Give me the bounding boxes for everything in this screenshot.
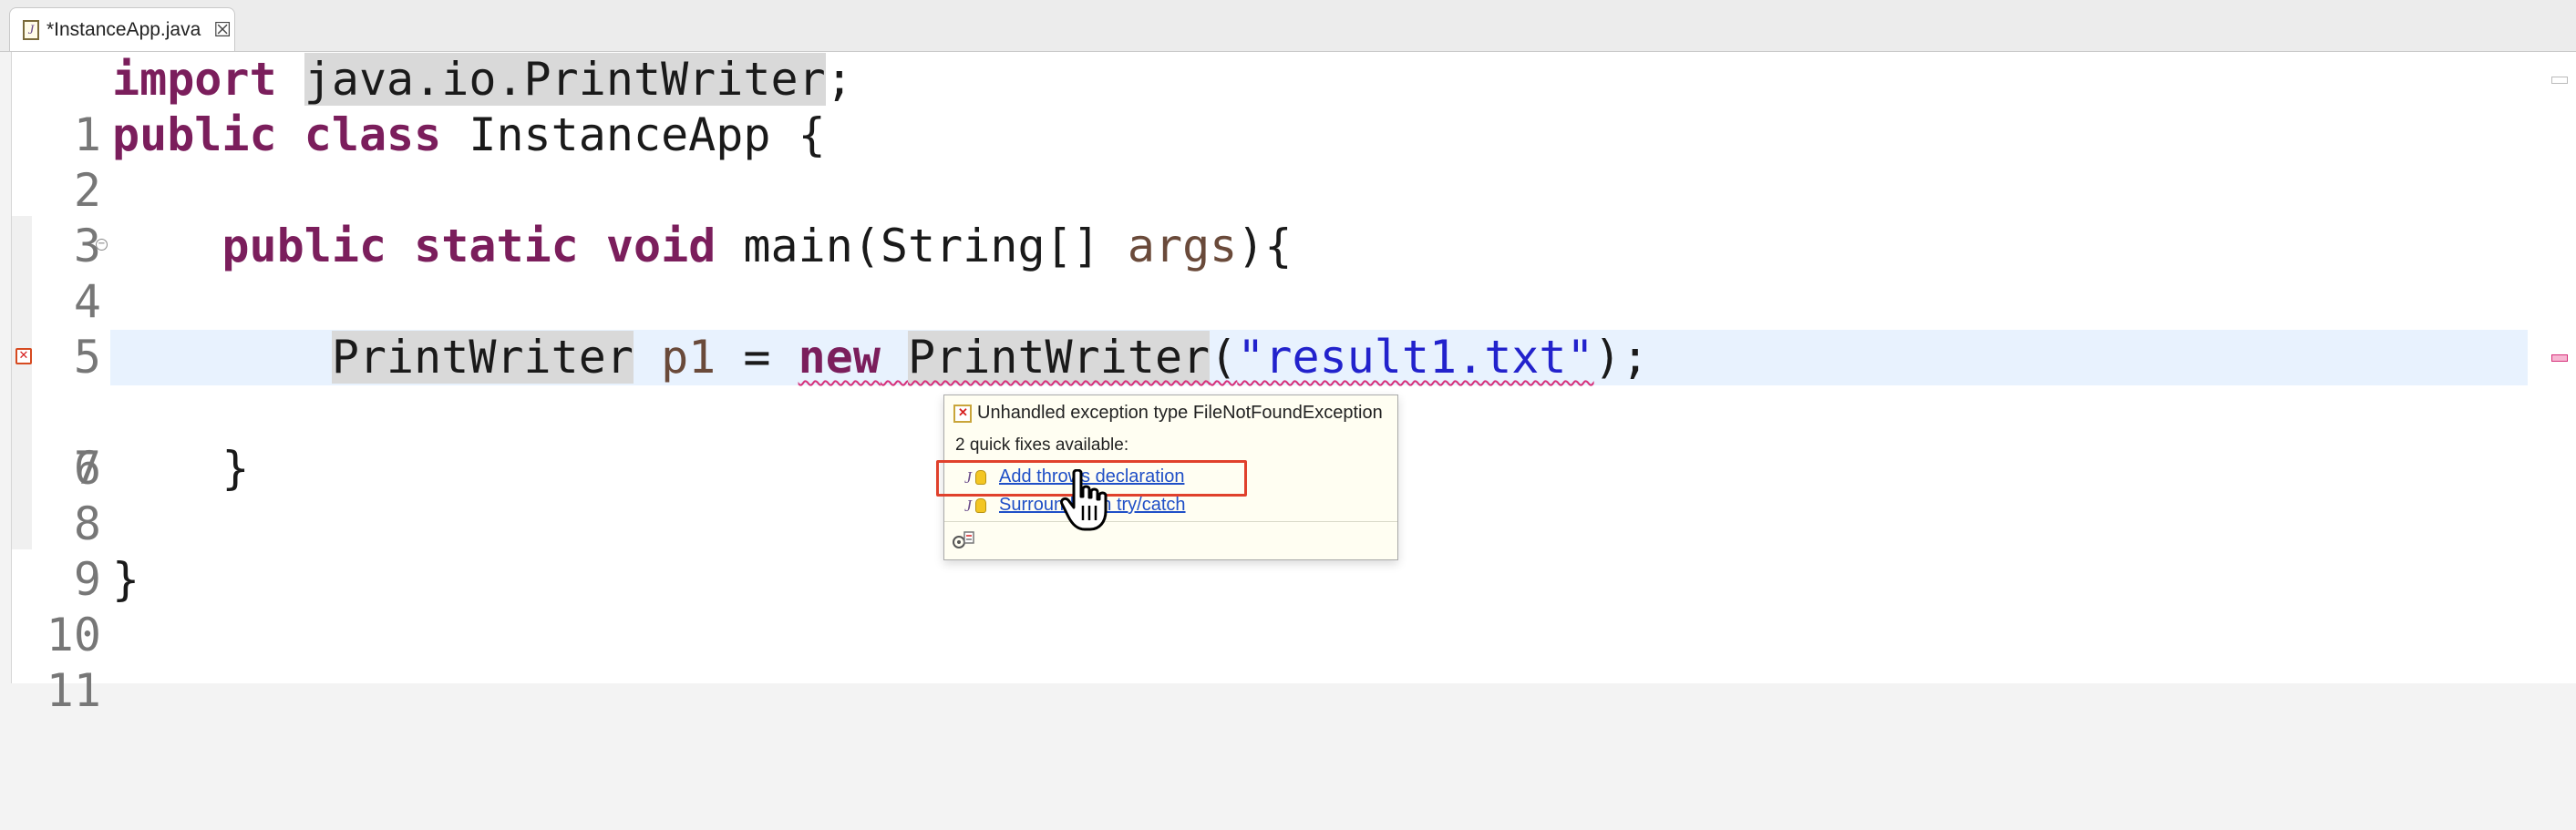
code-token: "result1.txt" xyxy=(1237,331,1594,384)
code-line-3: 3 xyxy=(12,163,2555,272)
quick-fix-icon: J xyxy=(964,497,988,515)
code-text: } xyxy=(112,552,139,608)
code-token: void xyxy=(605,220,716,272)
popup-subtitle: 2 quick fixes available: xyxy=(955,435,1129,455)
code-editor[interactable]: 1 import java.io.PrintWriter; 2 public c… xyxy=(11,52,2576,717)
hand-cursor-icon xyxy=(1060,469,1108,531)
code-line-4: 4 − public static void main(String[] arg… xyxy=(12,219,2555,328)
code-line-1: 1 import java.io.PrintWriter; xyxy=(12,52,2555,161)
code-text: } xyxy=(112,441,250,497)
error-marker-icon[interactable]: ✕ xyxy=(15,348,32,364)
popup-divider xyxy=(944,521,1397,522)
code-token: public xyxy=(222,220,387,272)
popup-title: Unhandled exception type FileNotFoundExc… xyxy=(977,403,1383,423)
code-text: import java.io.PrintWriter; xyxy=(112,52,853,108)
code-line-10: 10 } xyxy=(12,552,2555,661)
code-text: public static void main(String[] args){ xyxy=(112,219,1293,274)
overview-ruler-error-marker[interactable] xyxy=(2551,354,2568,362)
overview-ruler-marker[interactable] xyxy=(2551,77,2568,84)
code-text: PrintWriter p1 = new PrintWriter("result… xyxy=(112,330,1649,385)
code-token: ; xyxy=(825,53,853,106)
code-text: public class InstanceApp { xyxy=(112,108,826,163)
code-token: ); xyxy=(1593,331,1649,384)
code-token: p1 xyxy=(661,331,716,384)
code-line-11: 11 xyxy=(12,608,2555,717)
close-tab-icon[interactable]: ☒ xyxy=(213,19,232,40)
fold-collapse-icon[interactable]: − xyxy=(96,239,108,251)
code-token: import xyxy=(112,53,277,106)
code-token: ){ xyxy=(1237,220,1293,272)
code-token: args xyxy=(1127,220,1238,272)
error-icon xyxy=(953,404,972,423)
line-number: 11 xyxy=(46,664,101,717)
popup-subtitle-row: 2 quick fixes available: xyxy=(955,435,1128,456)
preferences-icon[interactable] xyxy=(952,530,975,550)
code-token: PrintWriter xyxy=(908,331,1211,384)
code-token: } xyxy=(112,553,140,606)
code-token: ( xyxy=(1210,331,1238,384)
java-file-icon: J xyxy=(23,19,39,40)
code-token: PrintWriter xyxy=(331,331,634,384)
code-token: = xyxy=(716,331,799,384)
popup-title-row: Unhandled exception type FileNotFoundExc… xyxy=(953,403,1383,424)
code-token: public xyxy=(112,108,277,161)
tab-label: *InstanceApp.java xyxy=(46,18,201,40)
code-line-5: 5 xyxy=(12,274,2555,384)
code-token: new xyxy=(798,331,881,384)
code-line-2: 2 public class InstanceApp { xyxy=(12,108,2555,217)
code-token: class xyxy=(304,108,442,161)
code-token: InstanceApp { xyxy=(441,108,826,161)
code-token: } xyxy=(112,442,250,495)
code-line-6: ✕ 6 PrintWriter p1 = new PrintWriter("re… xyxy=(12,330,2555,495)
editor-tab-bar: J *InstanceApp.java ☒ xyxy=(0,0,2576,52)
code-token: java.io.PrintWriter xyxy=(304,53,826,106)
code-token: main(String[] xyxy=(716,220,1128,272)
code-token: static xyxy=(414,220,579,272)
editor-tab-instanceapp[interactable]: J *InstanceApp.java ☒ xyxy=(9,7,235,51)
